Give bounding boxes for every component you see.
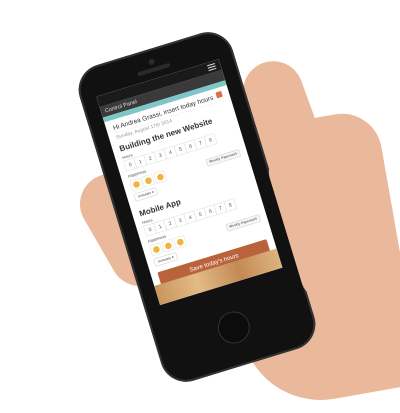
camera <box>147 58 156 66</box>
calendar-icon[interactable] <box>215 90 223 99</box>
neutral-face-icon <box>163 241 173 250</box>
hour-button[interactable]: 8 <box>223 198 238 213</box>
sad-face-icon <box>152 245 161 254</box>
sad-emoji-button[interactable] <box>129 177 144 192</box>
neutral-emoji-button[interactable] <box>161 238 175 253</box>
location-dropdown[interactable]: Unlocate ▾ <box>133 187 159 202</box>
neutral-face-icon <box>144 176 153 185</box>
sad-face-icon <box>132 180 141 189</box>
happy-emoji-button[interactable] <box>153 170 167 184</box>
hamburger-menu-icon[interactable] <box>207 63 217 72</box>
happy-emoji-button[interactable] <box>173 235 187 249</box>
hour-button[interactable]: 8 <box>203 133 218 147</box>
happy-face-icon <box>175 237 185 247</box>
sad-emoji-button[interactable] <box>149 242 163 257</box>
neutral-emoji-button[interactable] <box>141 173 156 188</box>
happy-face-icon <box>156 172 165 182</box>
location-dropdown[interactable]: Unlocate ▾ <box>153 252 179 267</box>
home-button[interactable] <box>215 308 253 347</box>
